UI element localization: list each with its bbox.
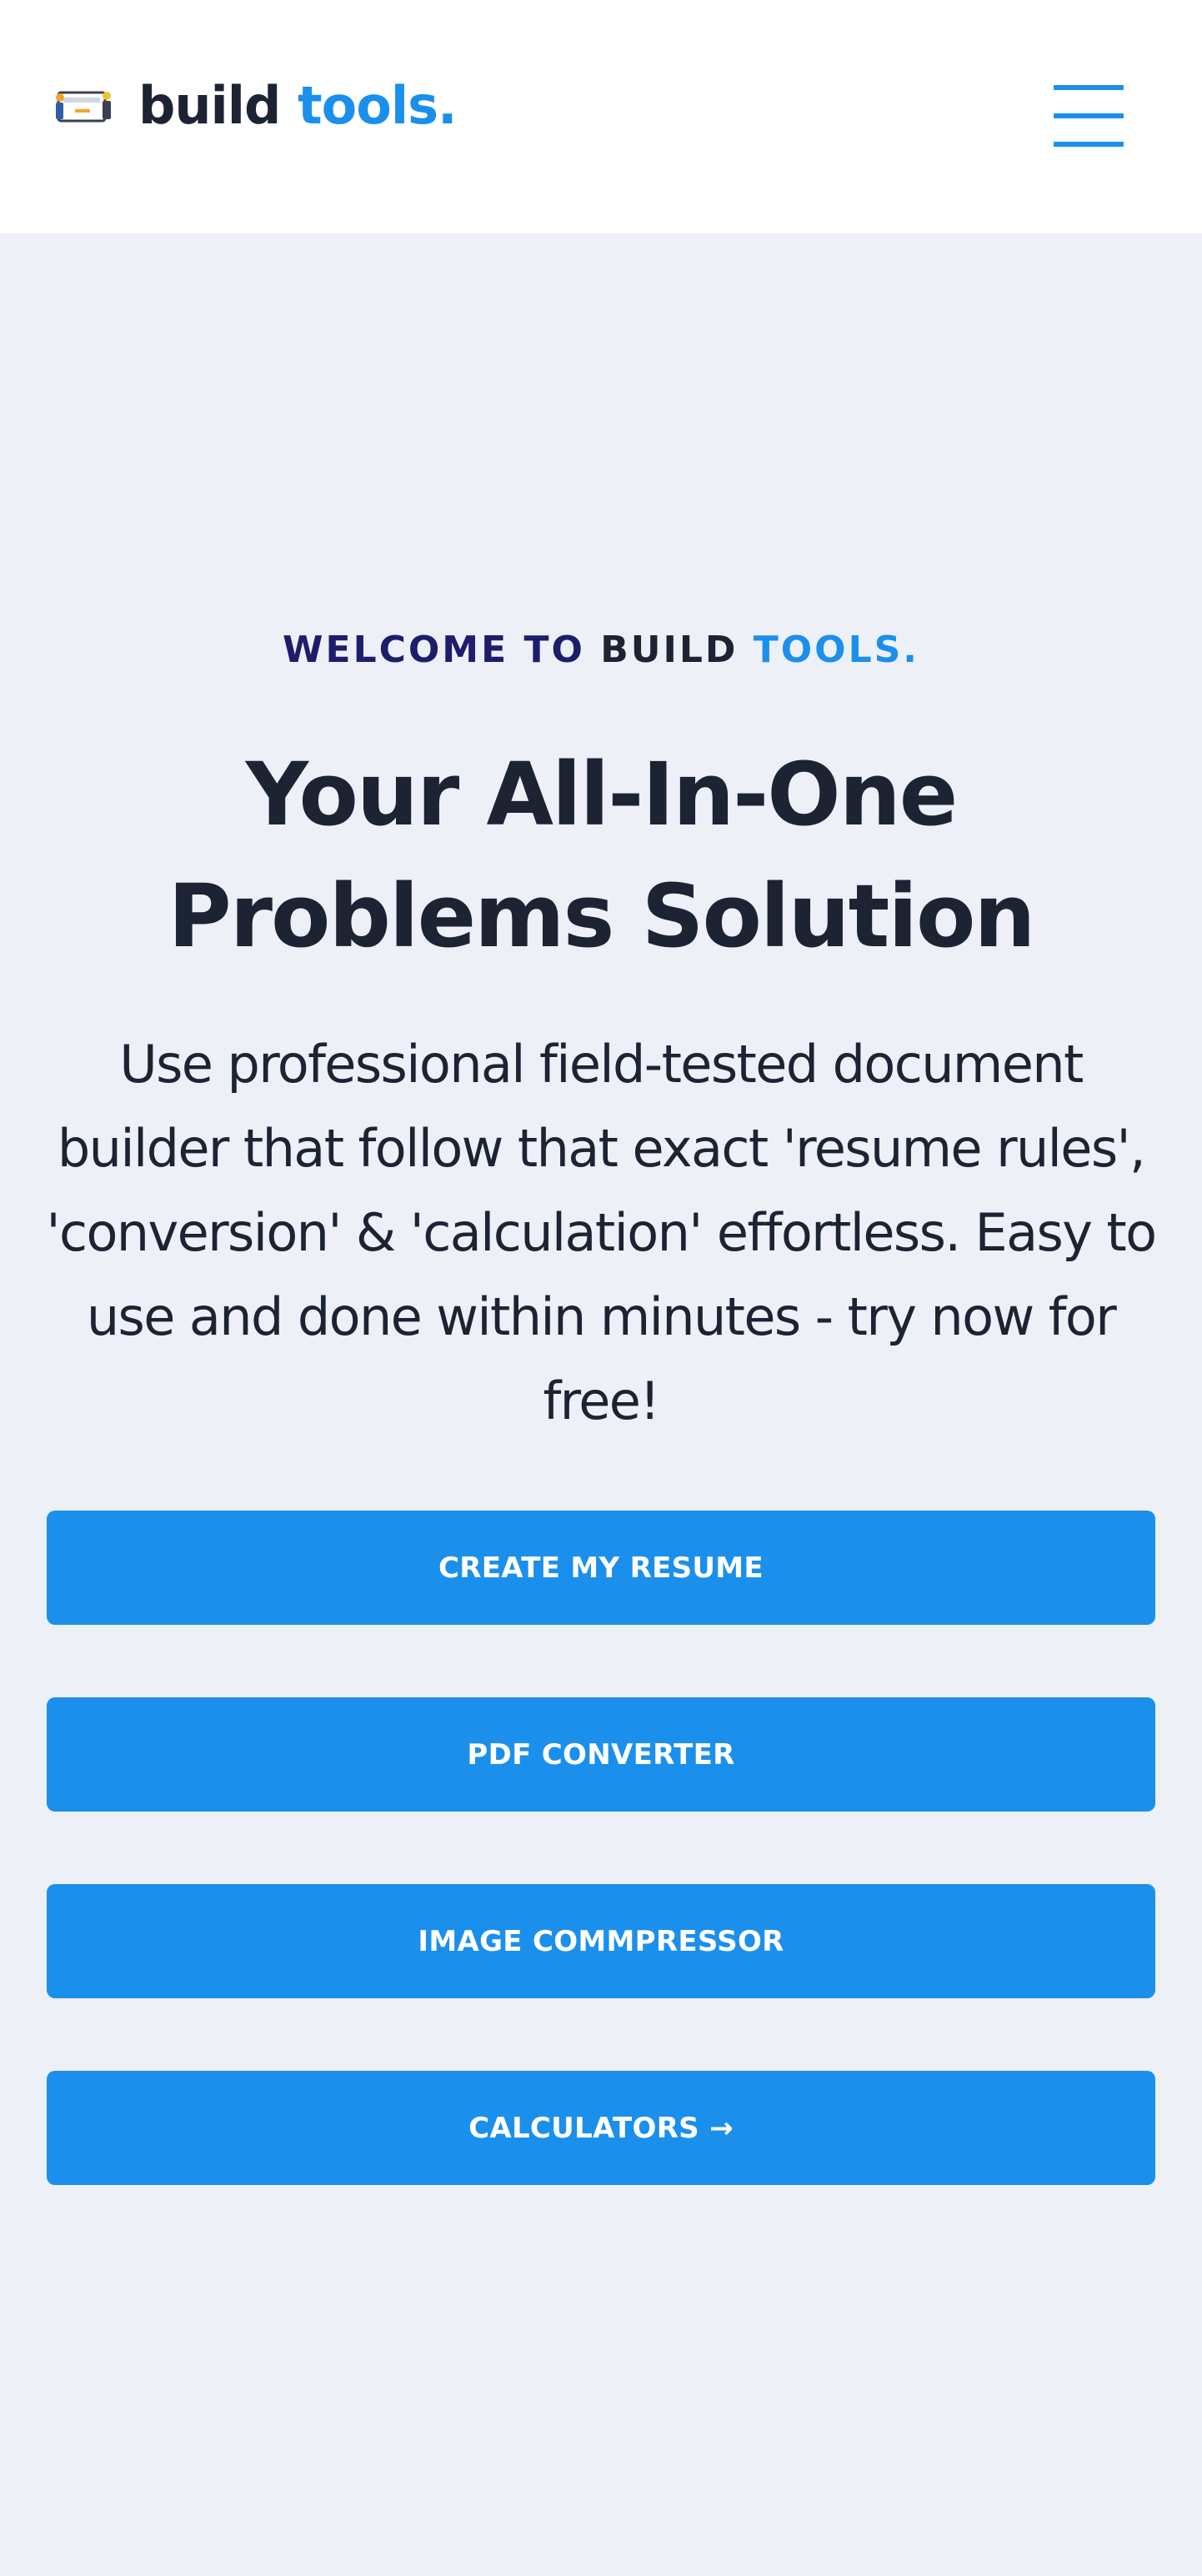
eyebrow-welcome: WELCOME TO: [282, 629, 585, 671]
hero-eyebrow: WELCOME TO BUILD TOOLS.: [0, 632, 1202, 669]
menu-bar-top: [1054, 85, 1124, 90]
site-logo[interactable]: build tools.: [50, 80, 458, 132]
pdf-converter-button[interactable]: PDF CONVERTER: [47, 1697, 1155, 1812]
menu-bar-middle: [1054, 113, 1124, 118]
logo-wordmark: build tools.: [138, 80, 458, 132]
hero-title: Your All-In-One Problems Solution: [168, 744, 1036, 967]
logo-word-tools: tools.: [298, 75, 458, 136]
hamburger-menu-icon[interactable]: [1049, 80, 1129, 155]
eyebrow-tools: TOOLS.: [753, 629, 920, 671]
builders-logo-icon: [56, 91, 111, 123]
create-resume-button[interactable]: CREATE MY RESUME: [47, 1511, 1155, 1625]
logo-word-build: build: [138, 75, 281, 136]
calculators-button[interactable]: CALCULATORS →: [47, 2071, 1155, 2185]
eyebrow-build: BUILD: [600, 629, 739, 671]
image-compressor-button[interactable]: IMAGE COMMPRESSOR: [47, 1884, 1155, 1998]
site-header: build tools.: [0, 0, 1202, 233]
menu-bar-bottom: [1054, 142, 1124, 147]
hero-description: Use professional field-tested document b…: [46, 1034, 1158, 1431]
